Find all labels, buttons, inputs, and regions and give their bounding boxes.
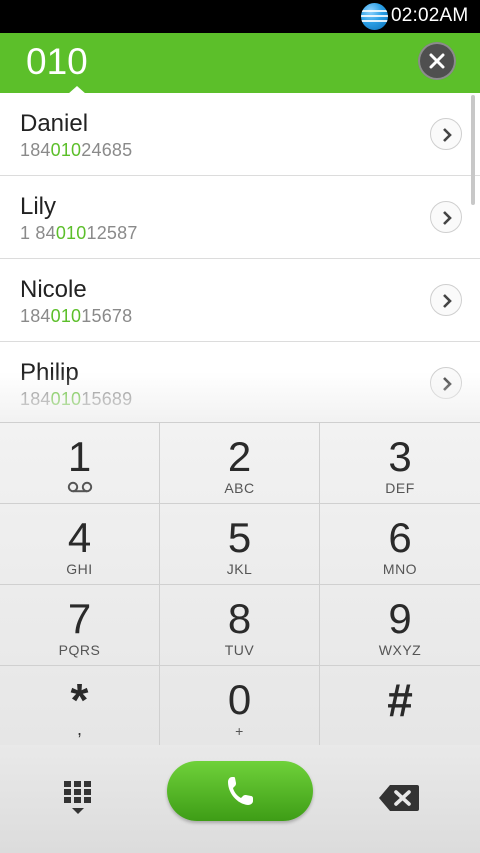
key-digit: 7 xyxy=(67,595,92,642)
contact-name: Nicole xyxy=(20,276,87,303)
contact-row[interactable]: Philip 18401015689 xyxy=(0,342,480,422)
contact-detail-button[interactable] xyxy=(430,118,462,150)
key-letters: , xyxy=(76,719,82,739)
dial-action-bar xyxy=(0,745,480,853)
key-letters: DEF xyxy=(385,480,415,496)
contact-number: 18401024685 xyxy=(20,140,133,160)
key-6[interactable]: 6 MNO xyxy=(320,504,480,585)
contact-row[interactable]: Daniel 18401024685 xyxy=(0,93,480,176)
contact-detail-button[interactable] xyxy=(430,284,462,316)
key-7[interactable]: 7 PQRS xyxy=(0,585,160,666)
key-letters: MNO xyxy=(382,561,418,577)
clear-button[interactable] xyxy=(418,42,456,80)
key-letters: GHI xyxy=(66,561,93,577)
key-hash[interactable]: # xyxy=(320,666,480,747)
key-digit: 8 xyxy=(227,595,252,642)
key-5[interactable]: 5 JKL xyxy=(160,504,320,585)
list-scrollbar[interactable] xyxy=(471,95,475,205)
status-bar: 02:02AM xyxy=(0,0,480,33)
contact-name: Daniel xyxy=(20,110,89,137)
att-globe-icon xyxy=(361,3,388,30)
key-digit: 3 xyxy=(388,433,412,480)
key-4[interactable]: 4 GHI xyxy=(0,504,160,585)
key-letters: ABC xyxy=(224,480,255,496)
contact-name: Lily xyxy=(20,193,57,220)
key-letters: PQRS xyxy=(58,642,101,658)
key-digit: 9 xyxy=(388,595,412,642)
key-digit: 5 xyxy=(227,514,252,561)
contact-name: Philip xyxy=(20,359,79,386)
dialpad-icon xyxy=(64,781,91,814)
key-letters: JKL xyxy=(226,561,253,577)
chevron-right-icon xyxy=(443,377,452,391)
contact-row[interactable]: Lily 1 8401012587 xyxy=(0,176,480,259)
dialed-number: 010 xyxy=(26,41,88,82)
contact-number: 1 8401012587 xyxy=(20,223,138,243)
chevron-right-icon xyxy=(443,294,452,308)
chevron-right-icon xyxy=(443,211,452,225)
key-digit: 6 xyxy=(388,514,412,561)
key-digit: # xyxy=(387,674,413,726)
status-time: 02:02AM xyxy=(391,5,469,26)
dial-header: 010 xyxy=(0,33,480,93)
contact-number: 18401015678 xyxy=(20,306,133,326)
contact-row[interactable]: Nicole 18401015678 xyxy=(0,259,480,342)
key-star[interactable]: * , xyxy=(0,666,160,747)
key-letters: TUV xyxy=(224,642,255,658)
key-1[interactable]: 1 xyxy=(0,423,160,504)
keypad-toggle-button[interactable] xyxy=(60,779,96,819)
key-digit: 2 xyxy=(227,433,252,480)
key-9[interactable]: 9 WXYZ xyxy=(320,585,480,666)
contact-results-list[interactable]: Daniel 18401024685 Lily 1 8401012587 Nic… xyxy=(0,93,480,422)
chevron-right-icon xyxy=(443,128,452,142)
key-8[interactable]: 8 TUV xyxy=(160,585,320,666)
dial-keypad: 1 2 ABC 3 DEF 4 GHI 5 JKL 6 MNO 7 PQRS 8… xyxy=(0,422,480,747)
key-letters: WXYZ xyxy=(378,642,422,658)
contact-number: 18401015689 xyxy=(20,389,133,409)
key-0[interactable]: 0 + xyxy=(160,666,320,747)
phone-icon xyxy=(228,777,253,805)
backspace-icon xyxy=(379,785,419,811)
close-icon xyxy=(429,53,445,69)
call-button[interactable] xyxy=(167,761,313,821)
key-digit: 0 xyxy=(227,676,252,723)
key-2[interactable]: 2 ABC xyxy=(160,423,320,504)
key-digit: * xyxy=(70,674,89,726)
key-digit: 1 xyxy=(67,433,92,480)
voicemail-icon xyxy=(67,481,92,493)
contact-detail-button[interactable] xyxy=(430,367,462,399)
key-3[interactable]: 3 DEF xyxy=(320,423,480,504)
backspace-button[interactable] xyxy=(378,783,420,813)
key-letters: + xyxy=(235,723,244,739)
key-digit: 4 xyxy=(67,514,92,561)
contact-detail-button[interactable] xyxy=(430,201,462,233)
